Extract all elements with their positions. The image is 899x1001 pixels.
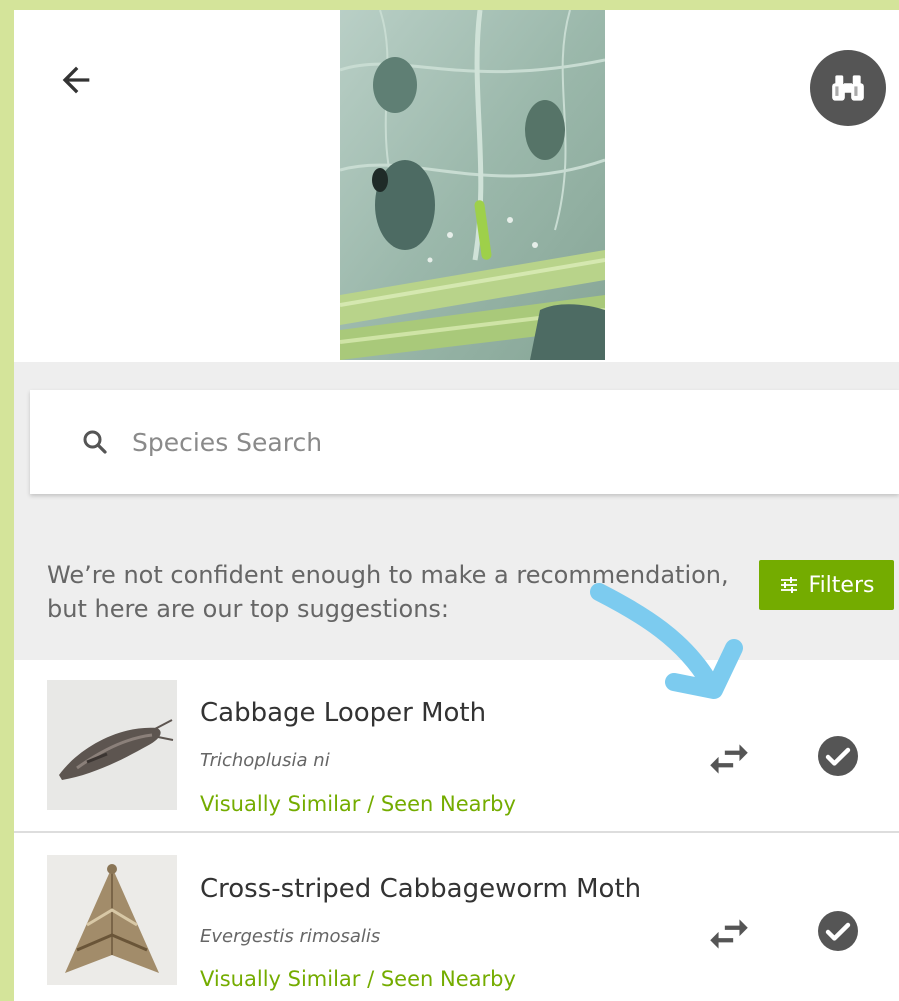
- arrow-left-icon: [62, 66, 90, 94]
- sliders-icon: [780, 577, 797, 593]
- common-name: Cross-striped Cabbageworm Moth: [200, 874, 642, 904]
- confidence-notice: We’re not confident enough to make a rec…: [47, 561, 729, 623]
- observation-photo: [340, 10, 605, 360]
- suggestion-row[interactable]: Cabbage Looper Moth Trichoplusia ni Visu…: [14, 660, 899, 831]
- select-check-icon[interactable]: [814, 907, 862, 955]
- species-thumbnail: [47, 680, 177, 810]
- species-search-box[interactable]: [30, 390, 899, 494]
- compare-icon[interactable]: [704, 909, 754, 959]
- scientific-name: Evergestis rimosalis: [200, 926, 381, 947]
- header: [14, 10, 899, 362]
- explore-button[interactable]: [810, 50, 886, 126]
- screen: We’re not confident enough to make a rec…: [14, 10, 899, 1001]
- species-search-input[interactable]: [132, 427, 732, 457]
- scientific-name: Trichoplusia ni: [200, 750, 330, 771]
- search-icon: [83, 430, 107, 454]
- binoculars-icon: [832, 75, 864, 101]
- back-button[interactable]: [54, 58, 98, 102]
- suggestion-row[interactable]: Cross-striped Cabbageworm Moth Evergesti…: [14, 831, 899, 1001]
- leaf-photo-image: [340, 10, 605, 360]
- cabbage-looper-moth-image: [47, 680, 177, 810]
- suggestion-tag: Visually Similar / Seen Nearby: [200, 967, 516, 991]
- row-divider: [14, 831, 899, 833]
- filters-button[interactable]: Filters: [759, 560, 894, 610]
- compare-icon[interactable]: [704, 734, 754, 784]
- suggestion-tag: Visually Similar / Seen Nearby: [200, 792, 516, 816]
- filters-label: Filters: [808, 572, 875, 598]
- select-check-icon[interactable]: [814, 732, 862, 780]
- cross-striped-cabbageworm-moth-image: [47, 855, 177, 985]
- common-name: Cabbage Looper Moth: [200, 698, 487, 728]
- species-thumbnail: [47, 855, 177, 985]
